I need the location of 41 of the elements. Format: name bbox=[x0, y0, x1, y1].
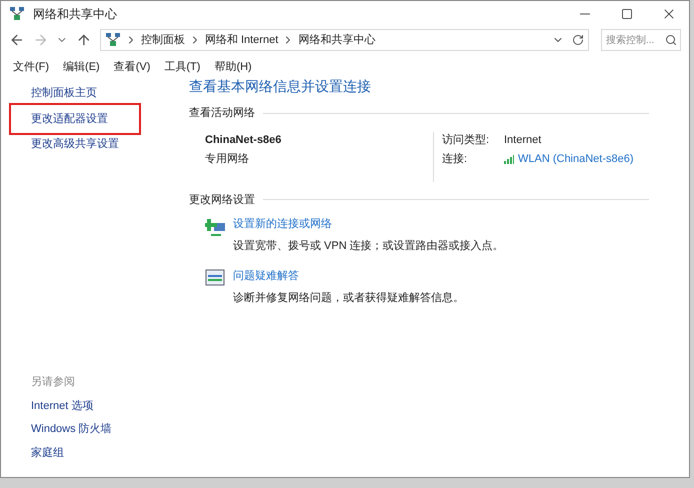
section-title: 查看活动网络 bbox=[189, 106, 255, 121]
task-link[interactable]: 问题疑难解答 bbox=[233, 268, 464, 284]
network-type: 专用网络 bbox=[205, 152, 250, 167]
maximize-icon[interactable] bbox=[621, 8, 633, 20]
field-value: Internet bbox=[504, 132, 542, 148]
see-also-link[interactable]: Windows 防火墙 bbox=[31, 421, 181, 438]
section-title: 另请参阅 bbox=[31, 375, 76, 390]
menu-item[interactable]: 工具(T) bbox=[164, 58, 200, 76]
menu-item[interactable]: 编辑(E) bbox=[63, 58, 100, 76]
refresh-icon[interactable] bbox=[572, 34, 584, 46]
task-description: 设置宽带、拨号或 VPN 连接；或设置路由器或接入点。 bbox=[233, 238, 504, 254]
section-title: 更改网络设置 bbox=[189, 192, 255, 208]
network-icon bbox=[104, 32, 121, 48]
troubleshoot-icon bbox=[205, 269, 225, 287]
menu-item[interactable]: 查看(V) bbox=[114, 58, 150, 76]
search-icon bbox=[664, 34, 677, 46]
breadcrumb[interactable]: 网络和 Internet bbox=[204, 32, 278, 48]
field-label: 访问类型: bbox=[442, 132, 490, 148]
network-name: ChinaNet-s8e6 bbox=[205, 132, 282, 148]
sidebar-link[interactable]: 控制面板主页 bbox=[31, 87, 97, 99]
breadcrumb[interactable]: 控制面板 bbox=[140, 32, 185, 48]
address-bar[interactable]: 控制面板 网络和 Internet 网络和共享中心 bbox=[100, 29, 589, 51]
network-icon bbox=[9, 6, 25, 22]
menu-item[interactable]: 文件(F) bbox=[13, 58, 50, 76]
see-also-link[interactable]: 家庭组 bbox=[31, 444, 181, 461]
see-also-link[interactable]: Internet 选项 bbox=[31, 398, 181, 414]
search-field[interactable]: 搜索控制... bbox=[600, 29, 681, 51]
page-heading: 查看基本网络信息并设置连接 bbox=[189, 77, 372, 96]
network-plus-icon bbox=[205, 217, 227, 239]
back-icon[interactable] bbox=[9, 32, 25, 48]
task-description: 诊断并修复网络问题，或者获得疑难解答信息。 bbox=[233, 290, 464, 306]
sidebar-link[interactable]: 更改适配器设置 bbox=[31, 112, 108, 124]
task-link[interactable]: 设置新的连接或网络 bbox=[233, 216, 504, 232]
breadcrumb[interactable]: 网络和共享中心 bbox=[298, 32, 376, 48]
connection-link[interactable]: WLAN (ChinaNet-s8e6) bbox=[518, 151, 634, 168]
field-label: 连接: bbox=[442, 152, 468, 167]
menu-item[interactable]: 帮助(H) bbox=[214, 58, 252, 76]
signal-icon bbox=[504, 154, 514, 164]
sidebar-link[interactable]: 更改高级共享设置 bbox=[31, 138, 119, 150]
window-title: 网络和共享中心 bbox=[33, 6, 117, 23]
up-icon[interactable] bbox=[76, 32, 92, 48]
